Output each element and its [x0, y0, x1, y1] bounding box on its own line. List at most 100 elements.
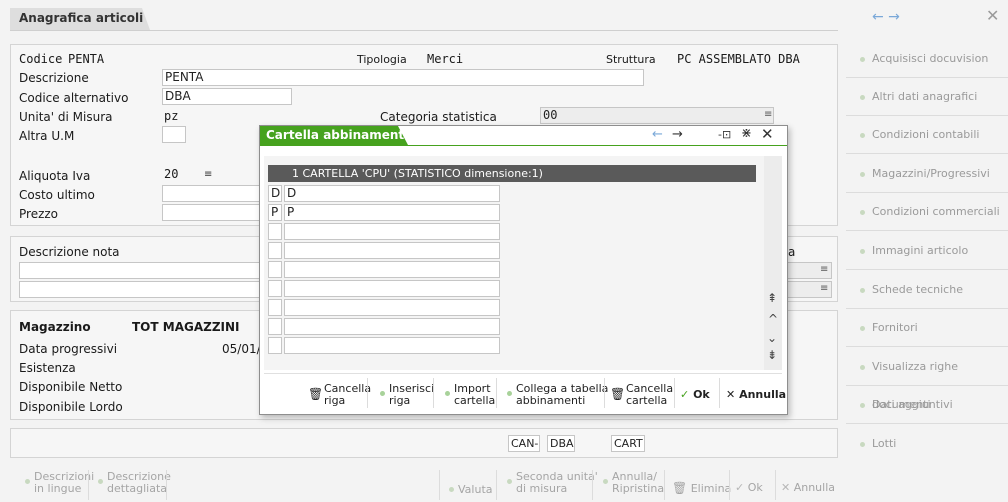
nav-arrows-icon[interactable]: ← →	[872, 9, 900, 25]
close-icon[interactable]: ✕	[986, 6, 999, 25]
seconda-unita-button[interactable]: Seconda unita' di misura	[507, 471, 598, 495]
scroll-bottom-icon[interactable]: ⇟	[767, 348, 777, 362]
popup-separator	[367, 378, 368, 408]
sidebar-item-acquisisci[interactable]: Acquisisci docuvision	[846, 40, 1008, 78]
popup-footer-divider	[264, 373, 782, 374]
descrizioni-lingue-button[interactable]: Descrizioni in lingue	[25, 471, 94, 495]
bullet-icon	[860, 249, 865, 254]
aliquota-label: Aliquota Iva	[19, 169, 91, 183]
grid-code-cell[interactable]	[268, 242, 282, 259]
sidebar-item-fornitori[interactable]: Fornitori	[846, 309, 1008, 347]
sidebar-item-immagini[interactable]: Immagini articolo	[846, 232, 1008, 270]
aliquota-dropdown-icon[interactable]: ≡	[204, 169, 212, 180]
nota-dropdown-icon-1[interactable]: ≡	[820, 264, 828, 275]
valuta-button[interactable]: Valuta	[449, 483, 493, 496]
grid-value-cell[interactable]: P	[284, 204, 500, 221]
grid-code-cell[interactable]: D	[268, 185, 282, 202]
magazzino-value[interactable]: TOT MAGAZZINI	[132, 320, 240, 334]
sidebar-item-altri-dati[interactable]: Altri dati anagrafici	[846, 78, 1008, 116]
prezzo-input[interactable]	[162, 204, 262, 221]
code-can[interactable]: CAN-	[508, 435, 540, 452]
sidebar-item-lotti[interactable]: Lotti	[846, 425, 1008, 463]
sidebar-item-schede-tecniche[interactable]: Schede tecniche	[846, 271, 1008, 309]
scroll-top-icon[interactable]: ⇞	[767, 291, 777, 305]
collega-tabella-button[interactable]: Collega a tabella abbinamenti	[507, 383, 608, 407]
popup-close-icon[interactable]: ✕	[761, 125, 774, 143]
tipologia-value[interactable]: Merci	[427, 52, 463, 66]
struttura-value[interactable]: PC ASSEMBLATO DBA	[677, 52, 800, 66]
costo-input[interactable]	[162, 185, 262, 202]
bottom-separator	[664, 470, 665, 500]
descrizione-dettagliata-button[interactable]: Descrizione dettagliata	[98, 471, 171, 495]
grid-value-cell[interactable]	[284, 280, 500, 297]
grid-value-cell[interactable]	[284, 261, 500, 278]
annulla-ripristina-button[interactable]: Annulla/ Ripristina	[603, 471, 665, 495]
codice-value[interactable]: PENTA	[68, 52, 104, 66]
nota-input-1[interactable]	[19, 262, 263, 279]
x-icon: ✕	[726, 388, 736, 401]
nota-input-2[interactable]	[19, 281, 263, 298]
bottom-separator	[775, 470, 776, 500]
sidebar-item-dati-aggiuntivi[interactable]: Dati aggiuntivi	[846, 386, 1008, 424]
popup-pin-icon[interactable]: -⊡	[718, 128, 731, 141]
nota-dropdown-icon-2[interactable]: ≡	[820, 283, 828, 294]
ok-button[interactable]: ✓ Ok	[735, 482, 763, 494]
scroll-up-icon[interactable]: ^	[768, 312, 778, 326]
descrizione-input[interactable]: PENTA	[162, 69, 644, 86]
import-cartella-button[interactable]: Import cartella	[445, 383, 495, 407]
bottom-separator	[439, 470, 440, 500]
cancella-cartella-button[interactable]: 🗑 Cancella cartella	[610, 383, 673, 407]
grid-value-cell[interactable]	[284, 318, 500, 335]
grid-code-cell[interactable]	[268, 299, 282, 316]
codice-alt-input[interactable]: DBA	[162, 88, 292, 105]
right-sidebar: Acquisisci docuvision Altri dati anagraf…	[846, 40, 1008, 464]
sidebar-item-label: Dati aggiuntivi	[872, 398, 953, 411]
categoria-input[interactable]: 00	[540, 107, 774, 124]
bottom-separator	[88, 470, 89, 500]
tipologia-label: Tipologia	[357, 53, 407, 66]
grid-code-cell[interactable]	[268, 318, 282, 335]
altra-um-input[interactable]	[162, 126, 186, 143]
code-dba[interactable]: DBA	[547, 435, 575, 452]
nota-label: Descrizione nota	[19, 245, 120, 259]
popup-title: Cartella abbinamenti	[266, 128, 409, 142]
popup-annulla-button[interactable]: ✕ Annulla	[726, 389, 786, 401]
popup-next-icon[interactable]: →	[672, 127, 683, 142]
popup-separator	[433, 378, 434, 408]
sidebar-item-label: Altri dati anagrafici	[872, 90, 978, 103]
grid-code-cell[interactable]	[268, 223, 282, 240]
grid-value-cell[interactable]	[284, 337, 500, 354]
sidebar-item-magazzini[interactable]: Magazzini/Progressivi	[846, 155, 1008, 193]
sidebar-item-label: Condizioni contabili	[872, 128, 980, 141]
grid-code-cell[interactable]	[268, 280, 282, 297]
popup-prev-icon[interactable]: ←	[652, 127, 663, 142]
annulla-rip-line2: Ripristina	[612, 482, 665, 495]
grid-code-cell[interactable]	[268, 261, 282, 278]
grid-value-cell[interactable]	[284, 242, 500, 259]
grid-value-cell[interactable]: D	[284, 185, 500, 202]
title-underline	[10, 30, 838, 31]
sidebar-item-righe-documenti[interactable]: Visualizza righe documenti	[846, 348, 1008, 411]
grid-value-cell[interactable]	[284, 223, 500, 240]
bullet-icon	[98, 479, 103, 484]
um-value[interactable]: pz	[164, 109, 178, 123]
annulla-button[interactable]: ✕ Annulla	[781, 482, 835, 494]
grid-code-cell[interactable]: P	[268, 204, 282, 221]
valuta-label: Valuta	[458, 483, 493, 496]
aliquota-value[interactable]: 20	[164, 167, 178, 181]
sidebar-item-condizioni-commerciali[interactable]: Condizioni commerciali	[846, 193, 1008, 231]
code-cart[interactable]: CART	[611, 435, 645, 452]
grid-value-cell[interactable]	[284, 299, 500, 316]
inserisci-riga-button[interactable]: Inserisci riga	[380, 383, 434, 407]
cancella-riga-button[interactable]: 🗑 Cancella riga	[308, 383, 371, 407]
scroll-down-icon[interactable]: ⌄	[767, 331, 777, 345]
popup-separator	[496, 378, 497, 408]
sidebar-item-condizioni-contabili[interactable]: Condizioni contabili	[846, 116, 1008, 154]
bottom-separator	[729, 470, 730, 500]
popup-collapse-icon[interactable]: ⋇	[741, 126, 752, 141]
grid-code-cell[interactable]	[268, 337, 282, 354]
elimina-button[interactable]: 🗑 Elimina	[672, 482, 731, 495]
popup-ok-button[interactable]: ✓ Ok	[680, 389, 710, 401]
categoria-dropdown-icon[interactable]: ≡	[764, 109, 772, 120]
descr-lingue-line2: in lingue	[34, 482, 82, 495]
